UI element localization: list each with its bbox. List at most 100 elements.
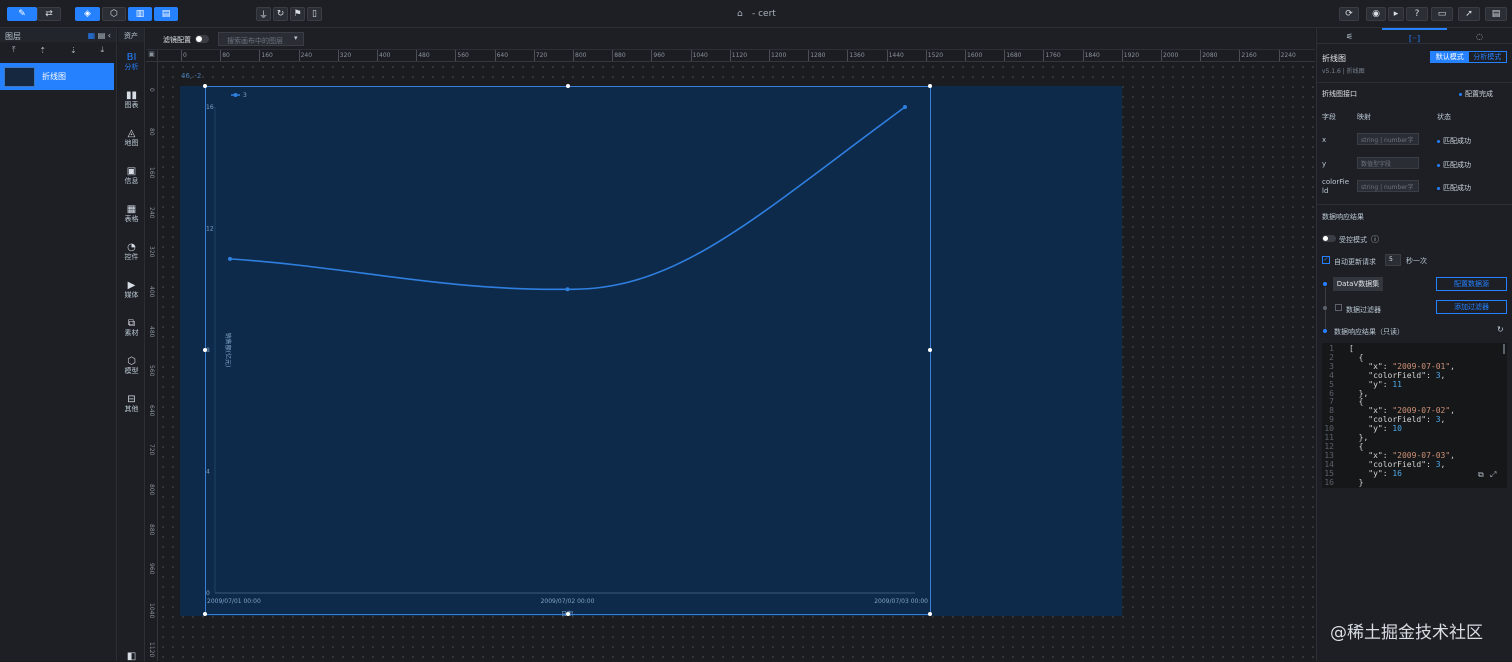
ruler-tick: 320 [339, 52, 352, 59]
settings-icon[interactable]: ⚟ [1317, 28, 1382, 43]
scrollbar[interactable] [1503, 344, 1505, 354]
interaction-icon[interactable]: ◌ [1447, 28, 1512, 43]
collapse-icon[interactable]: ◧ [118, 651, 145, 662]
move-up-icon[interactable]: ⇡ [39, 46, 46, 55]
template-icon[interactable]: ⇄ [37, 7, 61, 21]
header-status: 状态 [1437, 113, 1451, 121]
resize-handle-t[interactable] [566, 84, 570, 88]
snapshot-icon[interactable]: ◉ [1366, 7, 1386, 21]
resize-handle-tl[interactable] [203, 84, 207, 88]
response-code-viewer[interactable]: 1[2 {3 "x": "2009-07-01", 4 "colorField":… [1322, 343, 1507, 488]
filter-bar: 滤镜配置 搜索画布中的图层 ▾ [146, 28, 1315, 50]
publish-icon[interactable]: ➚ [1458, 7, 1480, 21]
controlled-mode-toggle[interactable] [1322, 235, 1336, 242]
help-doc-icon[interactable]: ⟳ [1339, 7, 1359, 21]
help-circle-icon[interactable]: ⓘ [1371, 234, 1379, 245]
bar-chart-icon: ▮▮ [125, 90, 137, 101]
mapping-input-y[interactable]: 数值型字段 [1357, 157, 1419, 169]
filter-toggle[interactable] [195, 35, 209, 43]
nav-item-map[interactable]: ◬ 地图 [118, 128, 145, 148]
ruler-tick: 960 [148, 563, 155, 575]
ruler-tick: 1040 [692, 52, 708, 59]
add-filter-button[interactable]: 添加过滤器 [1436, 300, 1507, 314]
filter-checkbox[interactable] [1335, 304, 1342, 311]
refresh-icon[interactable]: ↻ [273, 7, 288, 21]
auto-update-checkbox[interactable]: ✓ [1322, 256, 1330, 264]
ruler-corner-icon[interactable]: ▣ [146, 50, 158, 62]
mapping-input-color[interactable]: string | number字 [1357, 180, 1419, 192]
copy-icon[interactable]: ⧉ [1478, 470, 1484, 480]
share-icon[interactable]: ▤ [1485, 7, 1507, 21]
move-top-icon[interactable]: ⤒ [12, 45, 16, 55]
per-second-label: 秒一次 [1406, 257, 1427, 265]
ruler-tick: 800 [575, 52, 587, 59]
ruler-tick: 640 [148, 404, 155, 417]
datasource-select[interactable]: DataV数据集 [1333, 277, 1383, 291]
edit-icon[interactable]: ✎ [7, 7, 37, 21]
filter-icon[interactable]: ⏚ [256, 7, 271, 21]
nav-item-bar-chart[interactable]: ▮▮ 图表 [118, 90, 145, 110]
mode-analysis[interactable]: 分析模式 [1469, 52, 1507, 62]
move-bottom-icon[interactable]: ⤓ [101, 45, 105, 55]
help-icon[interactable]: ? [1406, 7, 1428, 21]
ruler-tick: 1040 [148, 602, 155, 619]
nav-item-control[interactable]: ◔ 控件 [118, 242, 145, 262]
ruler-tick: 1520 [927, 52, 944, 59]
layer-align-toolbar: ⤒ ⇡ ⇣ ⤓ [0, 42, 116, 58]
nav-item-media[interactable]: ▶ 媒体 [118, 280, 145, 300]
mode-switch[interactable]: 默认模式 分析模式 [1430, 51, 1507, 63]
resize-handle-b[interactable] [566, 612, 570, 616]
control-icon: ◔ [127, 242, 136, 253]
pin-icon[interactable]: ⚑ [290, 7, 305, 21]
nav-item-other[interactable]: ⊟ 其他 [118, 394, 145, 414]
ruler-tick: 880 [148, 523, 155, 536]
ruler-tick: 160 [148, 167, 155, 179]
nav-item-table[interactable]: ▦ 表格 [118, 204, 145, 224]
nav-item-bi[interactable]: BI 分析 [118, 52, 145, 72]
chevron-down-icon[interactable]: ▾ [294, 34, 298, 42]
field-name-y: y [1322, 160, 1327, 168]
preview-icon[interactable]: ▸ [1388, 7, 1404, 21]
layer-toggle-icon[interactable]: ◈ [75, 7, 100, 21]
resize-handle-br[interactable] [928, 612, 932, 616]
resize-handle-bl[interactable] [203, 612, 207, 616]
ruler-tick: 1760 [1045, 52, 1061, 59]
resize-handle-tr[interactable] [928, 84, 932, 88]
ruler-mark [259, 50, 261, 61]
nav-item-text[interactable]: ▣ 信息 [118, 166, 145, 186]
panel-toggle-icon[interactable]: ▥ [128, 7, 152, 21]
header-field: 字段 [1322, 113, 1336, 121]
refresh-icon[interactable]: ↻ [1497, 325, 1504, 334]
interval-input[interactable]: 5 [1385, 254, 1401, 266]
mapping-input-x[interactable]: string | number字 [1357, 133, 1419, 145]
resize-handle-l[interactable] [203, 348, 207, 352]
selection-box[interactable] [203, 84, 932, 616]
component-toggle-icon[interactable]: ⬡ [102, 7, 126, 21]
nav-item-material[interactable]: ⧉ 素材 [118, 318, 145, 338]
expand-icon[interactable]: ⤢ [1490, 470, 1496, 480]
resize-handle-r[interactable] [928, 348, 932, 352]
config-tabs: ⚟ [··] ◌ [1317, 28, 1512, 44]
step-dot [1323, 282, 1327, 286]
ruler-tick: 880 [614, 52, 626, 59]
mode-default[interactable]: 默认模式 [1431, 52, 1469, 62]
ruler-tick: 1280 [810, 52, 826, 59]
selection-coords: 46, -2 [181, 72, 202, 80]
layer-search-select[interactable]: 搜索画布中的图层 [218, 32, 304, 46]
layer-item-line-chart[interactable]: 折线图 [0, 63, 114, 90]
nav-item-label: 表格 [124, 215, 139, 223]
mobile-icon[interactable]: ▯ [307, 7, 322, 21]
ruler-mark [1200, 50, 1202, 61]
nav-item-model[interactable]: ⬡ 模型 [118, 356, 145, 376]
auto-update-label: 自动更新请求 [1334, 258, 1376, 266]
data-icon[interactable]: [··] [1382, 28, 1447, 43]
config-datasource-button[interactable]: 配置数据源 [1436, 277, 1507, 291]
move-down-icon[interactable]: ⇣ [70, 46, 77, 55]
save-icon[interactable]: ▭ [1431, 7, 1453, 21]
ruler-tick: 1120 [148, 642, 155, 658]
project-icon: ⌂ [737, 9, 743, 19]
layer-view-icons[interactable]: ▦ ▤ ‹ [88, 31, 111, 40]
layer-panel: 图层 ▦ ▤ ‹ ⤒ ⇡ ⇣ ⤓ 折线图 [0, 28, 117, 661]
toolbox-toggle-icon[interactable]: ▤ [154, 7, 178, 21]
nav-item-label: 素材 [124, 329, 139, 337]
